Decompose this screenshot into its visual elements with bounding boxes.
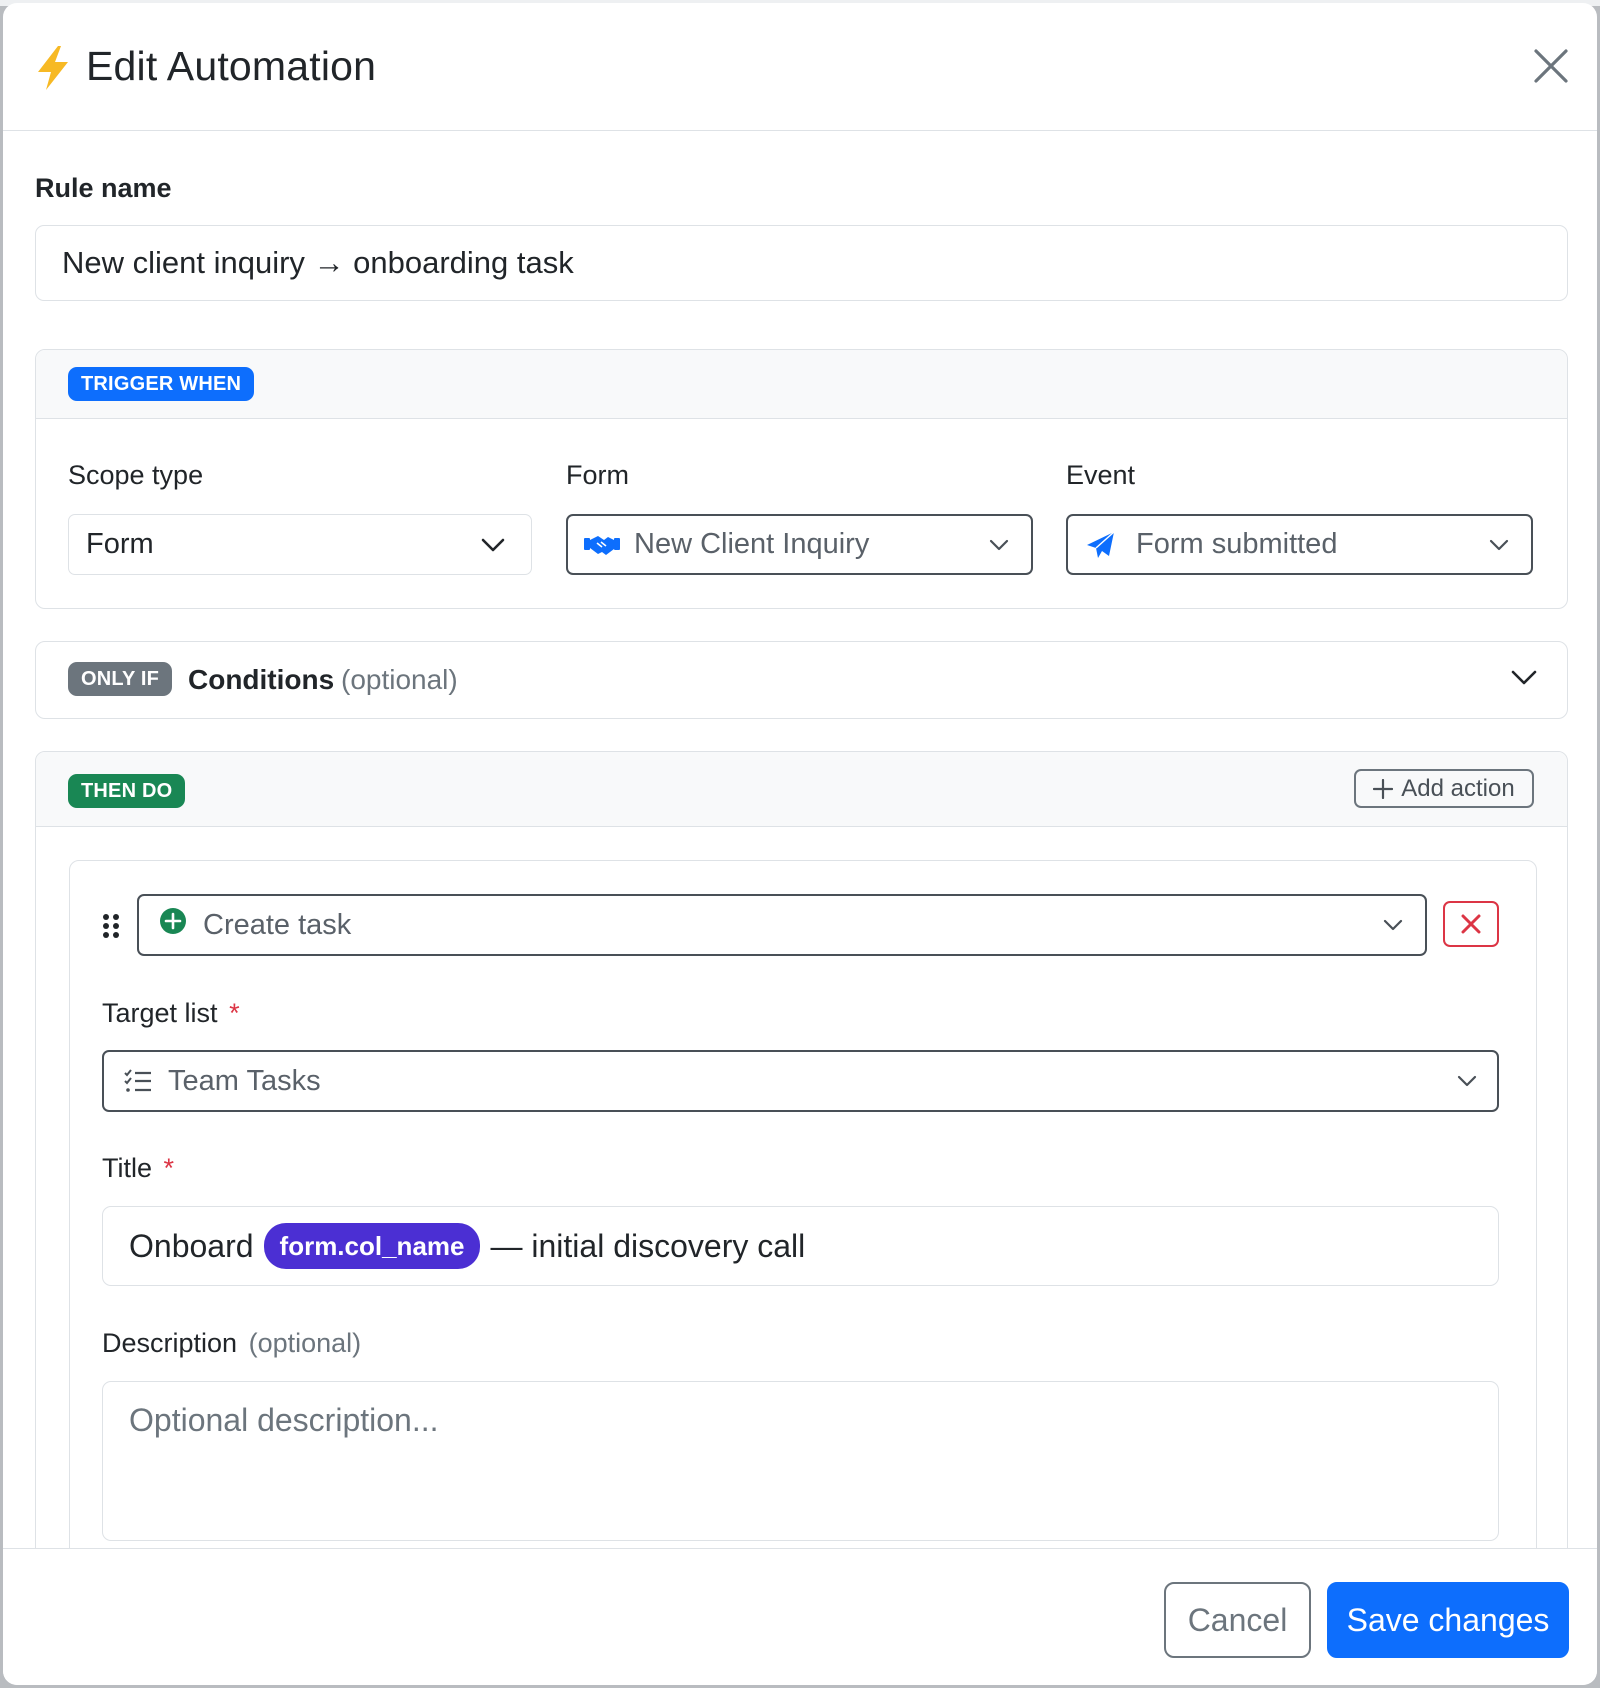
target-list-value: Team Tasks xyxy=(168,1064,321,1097)
form-value: New Client Inquiry xyxy=(634,528,870,560)
form-select[interactable]: New Client Inquiry xyxy=(566,514,1033,575)
plus-circle-icon xyxy=(160,908,186,934)
description-placeholder: Optional description... xyxy=(129,1402,439,1438)
actions-card: THEN DO Add action Create task Target li… xyxy=(35,751,1568,1621)
trigger-when-badge: TRIGGER WHEN xyxy=(68,367,255,401)
rule-name-input[interactable]: New client inquiry → onboarding task xyxy=(35,225,1568,301)
plus-icon xyxy=(1373,778,1394,799)
close-icon[interactable] xyxy=(1531,46,1571,86)
rule-name-label: Rule name xyxy=(35,173,172,203)
action-item: Create task Target list * Team Tasks Tit… xyxy=(69,860,1537,1620)
lightning-bolt-icon xyxy=(38,46,68,90)
handshake-icon xyxy=(584,535,620,555)
event-select[interactable]: Form submitted xyxy=(1066,514,1533,575)
checklist-icon xyxy=(124,1069,151,1092)
event-value: Form submitted xyxy=(1136,528,1338,560)
edit-automation-modal: Edit Automation Rule name New client inq… xyxy=(3,3,1597,1685)
chevron-down-icon xyxy=(989,539,1009,550)
title-suffix: — initial discovery call xyxy=(490,1227,806,1264)
required-marker: * xyxy=(163,1153,175,1183)
actions-card-header: THEN DO Add action xyxy=(36,752,1567,827)
target-list-select[interactable]: Team Tasks xyxy=(102,1050,1499,1112)
cancel-button[interactable]: Cancel xyxy=(1164,1582,1311,1658)
chevron-down-icon xyxy=(1457,1075,1477,1087)
action-type-select[interactable]: Create task xyxy=(137,894,1427,956)
required-marker: * xyxy=(229,998,240,1028)
target-list-label-text: Target list xyxy=(102,998,218,1028)
title-label: Title * xyxy=(102,1153,174,1184)
chevron-down-icon xyxy=(1511,670,1537,685)
scope-type-label: Scope type xyxy=(68,460,204,490)
chevron-down-icon xyxy=(481,538,505,551)
variable-chip[interactable]: form.col_name xyxy=(263,1223,481,1269)
title-input[interactable]: Onboard form.col_name — initial discover… xyxy=(102,1206,1499,1286)
title-label-text: Title xyxy=(102,1153,153,1183)
only-if-badge: ONLY IF xyxy=(68,662,173,696)
modal-header: Edit Automation xyxy=(3,3,1597,131)
modal-title: Edit Automation xyxy=(86,43,377,89)
scope-type-select[interactable]: Form xyxy=(68,514,532,575)
title-prefix: Onboard xyxy=(129,1227,254,1264)
target-list-label: Target list * xyxy=(102,998,240,1029)
drag-handle-icon[interactable] xyxy=(102,913,120,939)
chevron-down-icon xyxy=(1489,539,1509,550)
description-optional-label: (optional) xyxy=(248,1328,362,1358)
description-textarea[interactable]: Optional description... xyxy=(102,1381,1499,1541)
chevron-down-icon xyxy=(1383,919,1403,931)
rule-name-value: New client inquiry → onboarding task xyxy=(62,245,574,280)
conditions-optional-label: (optional) xyxy=(341,664,458,695)
action-type-value: Create task xyxy=(203,908,352,941)
event-label: Event xyxy=(1066,460,1136,490)
save-changes-button[interactable]: Save changes xyxy=(1327,1582,1569,1658)
scope-type-value: Form xyxy=(86,528,154,560)
remove-action-button[interactable] xyxy=(1443,901,1499,947)
add-action-label: Add action xyxy=(1401,774,1515,802)
trigger-card-header: TRIGGER WHEN xyxy=(36,350,1567,419)
then-do-badge: THEN DO xyxy=(68,774,186,808)
conditions-collapsible[interactable]: ONLY IF Conditions (optional) xyxy=(35,641,1568,719)
x-icon xyxy=(1461,914,1481,934)
description-label: Description (optional) xyxy=(102,1328,361,1359)
trigger-card: TRIGGER WHEN Scope type Form Form New Cl… xyxy=(35,349,1568,609)
paper-plane-icon xyxy=(1087,530,1115,558)
add-action-button[interactable]: Add action xyxy=(1354,769,1534,808)
form-label: Form xyxy=(566,460,629,490)
conditions-title: Conditions xyxy=(188,664,335,695)
description-label-text: Description xyxy=(102,1328,238,1358)
modal-footer: Cancel Save changes xyxy=(3,1548,1597,1685)
